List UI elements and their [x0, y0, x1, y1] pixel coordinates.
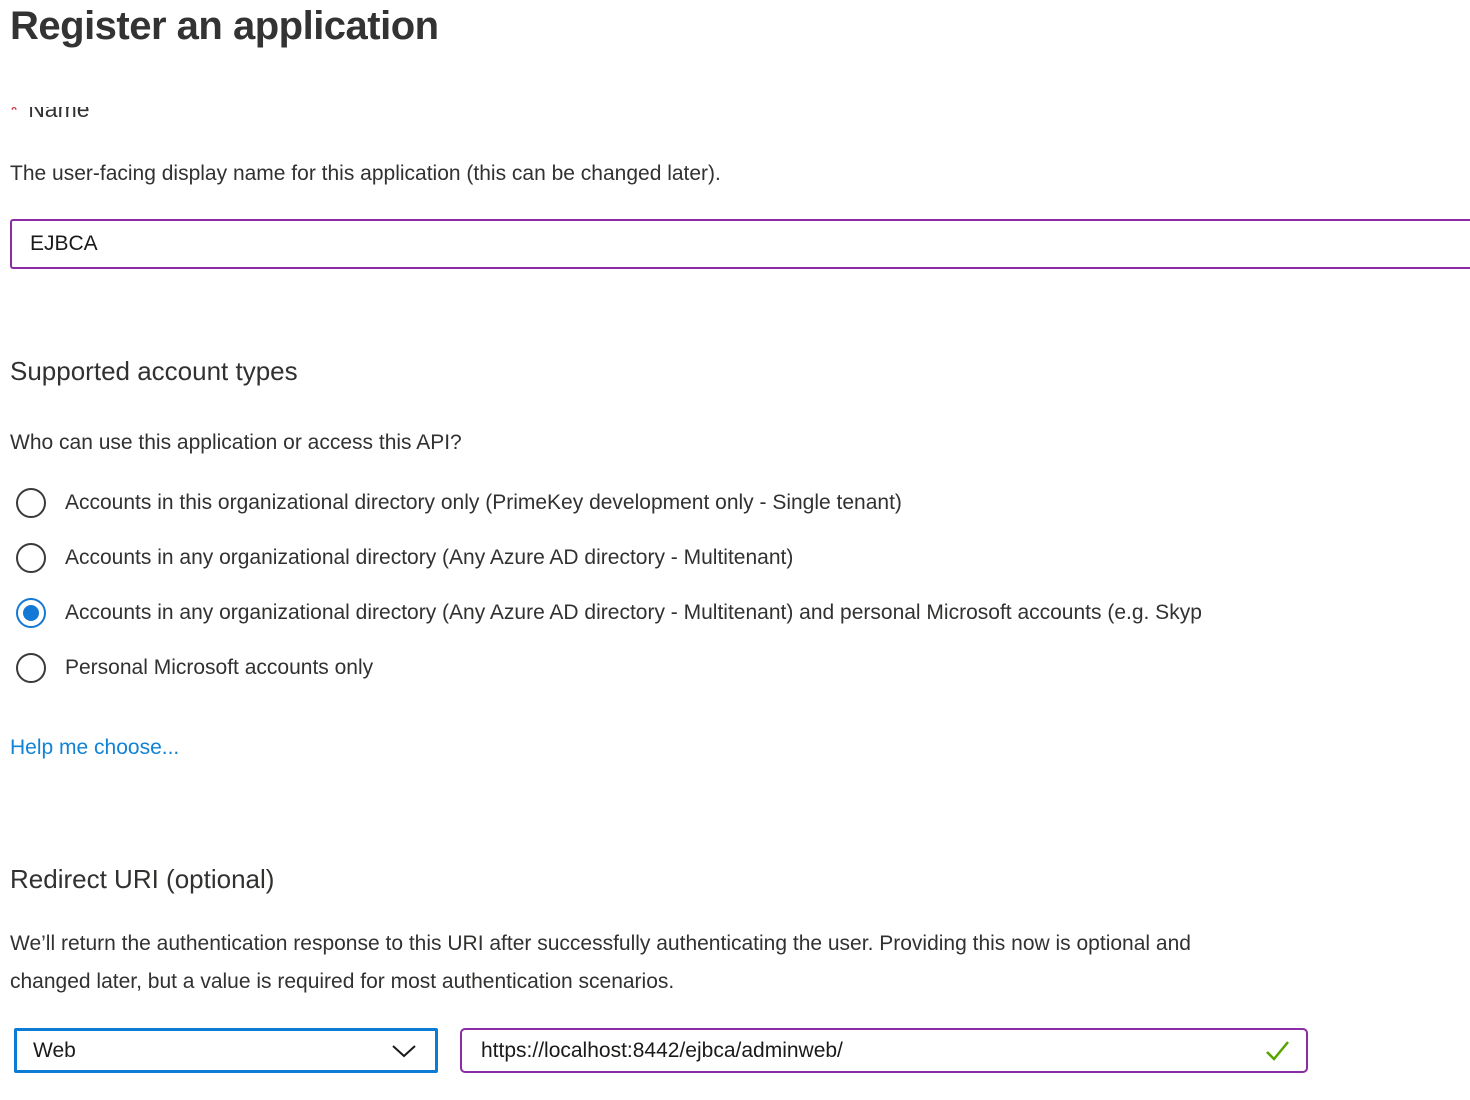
- account-type-option[interactable]: Personal Microsoft accounts only: [16, 653, 373, 683]
- radio-button[interactable]: [16, 543, 46, 573]
- redirect-uri-platform-dropdown[interactable]: Web: [14, 1028, 438, 1073]
- radio-button[interactable]: [16, 488, 46, 518]
- checkmark-icon: [1262, 1038, 1306, 1064]
- name-label-text: Name: [28, 107, 89, 122]
- name-field-description: The user-facing display name for this ap…: [10, 162, 721, 186]
- redirect-uri-description-line1: We’ll return the authentication response…: [10, 925, 1191, 963]
- required-asterisk: *: [10, 107, 18, 122]
- account-type-option-label: Accounts in any organizational directory…: [65, 546, 793, 570]
- account-type-option[interactable]: Accounts in any organizational directory…: [16, 598, 1202, 628]
- application-name-input[interactable]: EJBCA: [10, 219, 1470, 269]
- redirect-uri-description: We’ll return the authentication response…: [10, 925, 1191, 1001]
- help-me-choose-link[interactable]: Help me choose...: [10, 736, 179, 760]
- register-application-page: Register an application * Name The user-f…: [0, 0, 1470, 1100]
- name-field-label-row: * Name: [10, 107, 90, 132]
- account-type-option[interactable]: Accounts in any organizational directory…: [16, 543, 793, 573]
- radio-button[interactable]: [16, 653, 46, 683]
- account-type-option-label: Accounts in any organizational directory…: [65, 601, 1202, 625]
- account-types-question: Who can use this application or access t…: [10, 431, 462, 455]
- chevron-down-icon: [391, 1043, 435, 1059]
- redirect-uri-input[interactable]: https://localhost:8442/ejbca/adminweb/: [460, 1028, 1308, 1073]
- application-name-value: EJBCA: [12, 232, 98, 256]
- redirect-uri-value: https://localhost:8442/ejbca/adminweb/: [462, 1039, 843, 1063]
- name-field-label: * Name: [10, 107, 90, 123]
- page-title: Register an application: [10, 4, 439, 49]
- account-type-option-label: Personal Microsoft accounts only: [65, 656, 373, 680]
- radio-button-selected[interactable]: [16, 598, 46, 628]
- account-type-option-label: Accounts in this organizational director…: [65, 491, 902, 515]
- redirect-uri-heading: Redirect URI (optional): [10, 864, 274, 895]
- platform-dropdown-value: Web: [17, 1039, 76, 1063]
- redirect-uri-description-line2: changed later, but a value is required f…: [10, 963, 1191, 1001]
- account-type-option[interactable]: Accounts in this organizational director…: [16, 488, 902, 518]
- supported-account-types-heading: Supported account types: [10, 356, 298, 387]
